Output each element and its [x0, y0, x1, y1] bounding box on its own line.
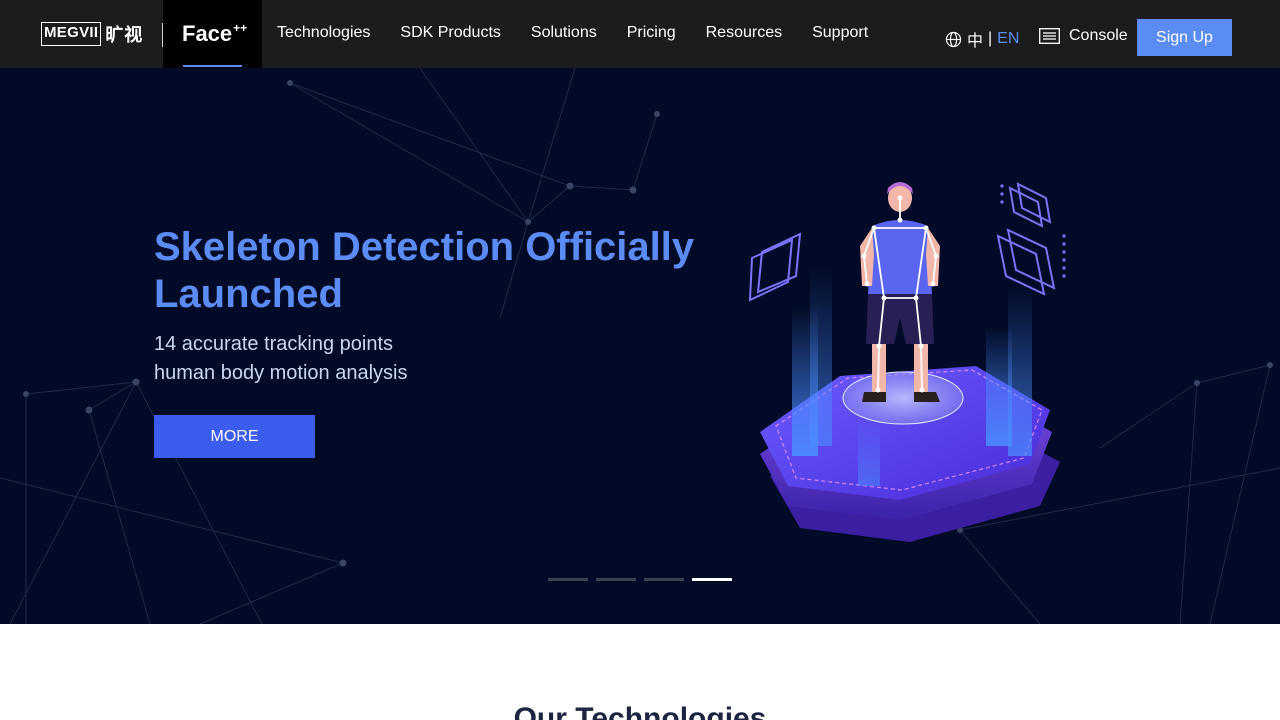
lang-en[interactable]: EN	[997, 30, 1019, 48]
hero-subtitle-line2: human body motion analysis	[154, 362, 408, 384]
globe-icon	[945, 31, 962, 47]
language-switcher: 中 | EN	[945, 27, 1019, 51]
megvii-logo-cn: 旷视	[105, 25, 144, 46]
nav-resources[interactable]: Resources	[706, 24, 782, 42]
carousel-dot-3[interactable]	[644, 578, 684, 581]
section-title: Our Technologies	[513, 702, 767, 720]
carousel-indicators	[548, 578, 740, 581]
nav-sdk-products[interactable]: SDK Products	[400, 24, 500, 42]
hero-title: Skeleton Detection Officially Launched	[154, 225, 695, 316]
carousel-dot-4[interactable]	[692, 578, 732, 581]
console-label: Console	[1069, 27, 1128, 44]
lang-zh[interactable]: 中	[967, 27, 983, 51]
carousel-dot-2[interactable]	[596, 578, 636, 581]
console-icon	[1039, 28, 1060, 44]
faceplus-active-underline	[183, 65, 242, 67]
console-link[interactable]: Console	[1039, 27, 1128, 45]
faceplus-logo[interactable]: Face++	[163, 0, 262, 68]
megvii-logo[interactable]: MEGVII 旷视	[41, 22, 143, 46]
site-header: MEGVII 旷视 Face++ Technologies SDK Produc…	[0, 0, 1280, 68]
signup-button[interactable]: Sign Up	[1137, 19, 1232, 56]
hero-subtitle: 14 accurate tracking points human body m…	[154, 330, 407, 388]
hero-subtitle-line1: 14 accurate tracking points	[154, 333, 394, 355]
more-button[interactable]: MORE	[154, 415, 315, 458]
carousel-dot-1[interactable]	[548, 578, 588, 581]
hero-banner: Skeleton Detection Officially Launched 1…	[0, 68, 1280, 624]
nav-support[interactable]: Support	[812, 24, 868, 42]
nav-solutions[interactable]: Solutions	[531, 24, 597, 42]
nav-technologies[interactable]: Technologies	[277, 24, 370, 42]
main-nav: Technologies SDK Products Solutions Pric…	[277, 24, 898, 42]
nav-pricing[interactable]: Pricing	[627, 24, 676, 42]
faceplus-logo-text: Face++	[182, 21, 248, 46]
skeleton-illustration	[748, 182, 1066, 542]
lang-separator: |	[988, 30, 993, 47]
megvii-logo-text: MEGVII	[41, 22, 102, 46]
